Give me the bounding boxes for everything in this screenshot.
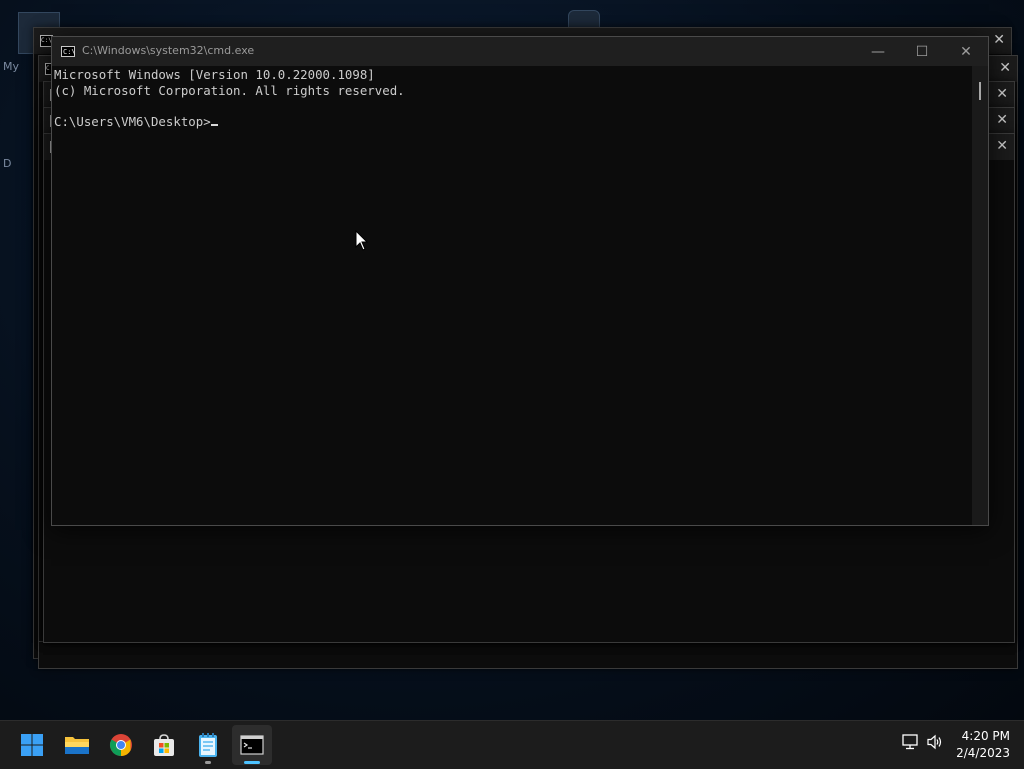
- close-icon[interactable]: ✕: [993, 31, 1005, 49]
- minimize-button[interactable]: —: [856, 37, 900, 66]
- tray-network-button[interactable]: [901, 733, 919, 755]
- start-button[interactable]: [12, 725, 52, 765]
- terminal-icon: [240, 735, 264, 755]
- desktop-icon-label: My: [3, 60, 20, 73]
- console-line: (c) Microsoft Corporation. All rights re…: [54, 82, 405, 98]
- close-icon[interactable]: ✕: [996, 137, 1008, 155]
- console-prompt: C:\Users\VM6\Desktop>: [54, 113, 211, 129]
- taskbar-app-chrome[interactable]: [101, 725, 141, 765]
- windows-logo-icon: [21, 734, 43, 756]
- console-line: Microsoft Windows [Version 10.0.22000.10…: [54, 67, 375, 82]
- taskbar: 4:20 PM 2/4/2023: [0, 720, 1024, 769]
- text-cursor: [210, 123, 218, 126]
- tray-volume-button[interactable]: [926, 733, 944, 755]
- vertical-scrollbar[interactable]: [972, 66, 988, 525]
- taskbar-app-command-prompt[interactable]: [232, 725, 272, 765]
- close-button[interactable]: ✕: [944, 37, 988, 66]
- network-icon: [902, 734, 918, 750]
- volume-icon: [927, 734, 942, 750]
- mouse-pointer-icon: [355, 230, 369, 251]
- active-indicator: [244, 761, 260, 764]
- chrome-icon: [110, 734, 132, 756]
- desktop-icon[interactable]: [568, 10, 600, 28]
- maximize-button[interactable]: ☐: [900, 37, 944, 66]
- folder-icon: [65, 737, 89, 754]
- close-icon[interactable]: ✕: [996, 85, 1008, 103]
- store-icon: [154, 734, 174, 756]
- taskbar-clock[interactable]: 4:20 PM 2/4/2023: [956, 728, 1010, 762]
- scrollbar-thumb[interactable]: [979, 82, 981, 100]
- notepad-icon: [199, 733, 217, 757]
- console-prompt-line[interactable]: C:\Users\VM6\Desktop>: [54, 114, 971, 130]
- taskbar-app-notepad[interactable]: [188, 725, 228, 765]
- running-indicator: [205, 761, 211, 764]
- window-title: C:\Windows\system32\cmd.exe: [82, 44, 255, 57]
- taskbar-app-file-explorer[interactable]: [57, 725, 97, 765]
- cmd-window[interactable]: C:\ C:\Windows\system32\cmd.exe — ☐ ✕ Mi…: [51, 36, 989, 526]
- close-icon[interactable]: ✕: [996, 111, 1008, 129]
- clock-date: 2/4/2023: [956, 746, 1010, 760]
- clock-time: 4:20 PM: [961, 729, 1010, 743]
- cmd-icon: C:\: [61, 46, 76, 57]
- window-titlebar[interactable]: C:\ C:\Windows\system32\cmd.exe — ☐ ✕: [52, 37, 988, 66]
- close-icon[interactable]: ✕: [999, 59, 1011, 77]
- desktop-icon-label: D: [3, 157, 12, 170]
- console-output[interactable]: Microsoft Windows [Version 10.0.22000.10…: [53, 66, 972, 525]
- taskbar-app-store[interactable]: [144, 725, 184, 765]
